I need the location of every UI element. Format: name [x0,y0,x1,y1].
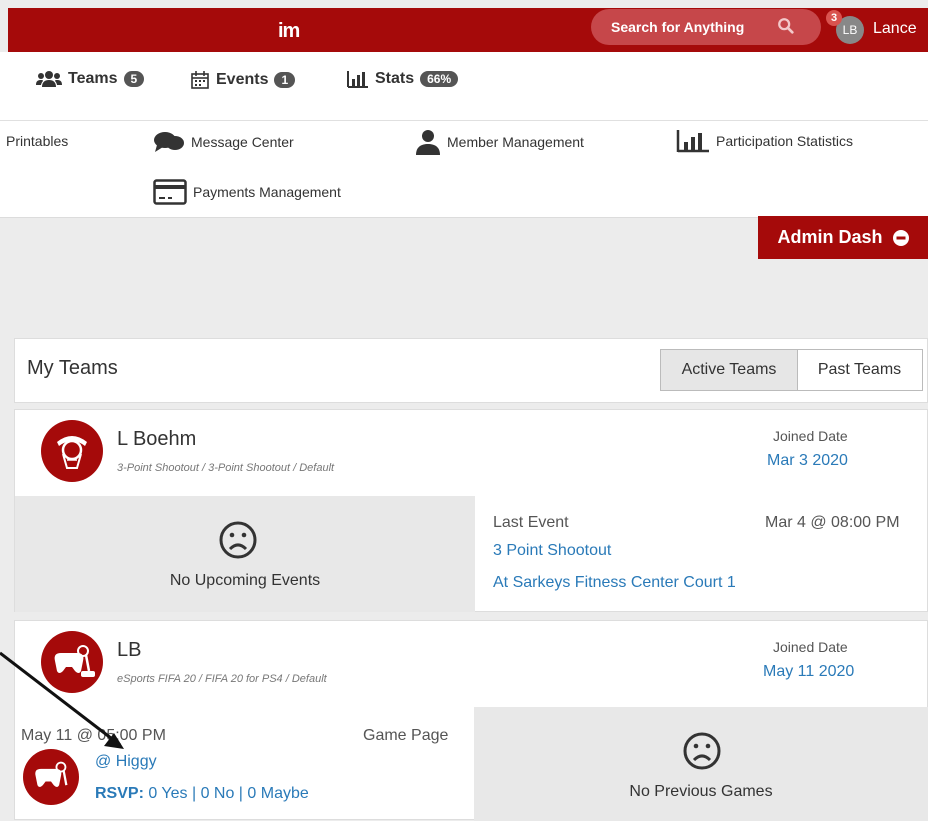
last-event-label: Last Event [493,514,569,531]
search-icon [778,18,794,34]
my-teams-header: My Teams Active Teams Past Teams [14,338,928,403]
comments-icon [154,132,184,152]
no-upcoming-text: No Upcoming Events [169,572,321,589]
team-card: LB eSports FIFA 20 / FIFA 20 for PS4 / D… [14,620,928,821]
nav-events-label: Events [216,71,269,88]
minus-circle-icon [892,229,909,246]
joined-label: Joined Date [773,639,848,655]
opponent-logo [23,749,79,805]
menu-item-label: Member Management [447,134,584,150]
team-subtitle: 3-Point Shootout / 3-Point Shootout / De… [117,462,335,474]
menu-item-label: Message Center [191,134,294,150]
rsvp-values: 0 Yes | 0 No | 0 Maybe [148,785,309,802]
nav-events-count: 1 [274,72,296,88]
nav-stats-count: 66% [420,71,459,87]
menu-item-participation-statistics[interactable]: Participation Statistics [676,129,853,153]
user-icon [416,130,440,155]
nav-stats-label: Stats [375,70,415,87]
search-label: Search for Anything [611,19,745,35]
nav-teams-label: Teams [68,70,118,87]
gamepad-icon [54,645,95,677]
game-page-link[interactable]: Game Page [363,727,448,745]
calendar-icon [191,71,209,89]
last-event-location[interactable]: At Sarkeys Fitness Center Court 1 [493,574,736,592]
nav-teams[interactable]: Teams 5 [36,70,145,88]
basketball-icon [57,436,87,469]
tab-active-teams[interactable]: Active Teams [660,349,798,391]
last-event-link[interactable]: 3 Point Shootout [493,542,611,560]
gamepad-icon [35,761,68,787]
joined-date: May 11 2020 [763,663,855,680]
frown-icon [683,732,721,770]
team-subtitle: eSports FIFA 20 / FIFA 20 for PS4 / Defa… [117,673,327,685]
nav-teams-count: 5 [123,71,145,87]
notification-badge[interactable]: 3 [826,10,842,26]
bar-chart-icon [347,71,368,88]
app-logo[interactable]: im [278,20,300,43]
search-bar[interactable]: Search for Anything [591,9,821,45]
previous-games-panel: No Previous Games [474,707,928,821]
team-logo-basketball[interactable] [41,420,103,482]
menu-item-message-center[interactable]: Message Center [153,131,294,153]
joined-label: Joined Date [773,428,848,444]
menu-item-member-management[interactable]: Member Management [415,129,584,155]
team-name[interactable]: LB [117,639,141,662]
admin-menu: Printables Message Center Member Managem… [0,120,928,218]
tab-label: Past Teams [817,361,902,378]
page-title: My Teams [27,357,118,379]
no-previous-text: No Previous Games [629,783,773,800]
bar-chart-icon [676,130,709,153]
team-name[interactable]: L Boehm [117,428,196,451]
team-logo-esports[interactable] [41,631,103,693]
opponent-link[interactable]: @ Higgy [95,753,157,771]
tab-label: Active Teams [681,361,777,378]
admin-dash-label: Admin Dash [777,227,883,247]
upcoming-events-panel: No Upcoming Events [15,496,475,612]
game-time: May 11 @ 05:00 PM [21,727,166,744]
menu-item-label: Participation Statistics [716,133,853,149]
username[interactable]: Lance [873,20,917,38]
nav-stats[interactable]: Stats 66% [347,70,459,88]
joined-date: Mar 3 2020 [767,452,848,469]
users-icon [36,71,62,87]
menu-item-label: Printables [6,133,69,149]
rsvp-row[interactable]: RSVP: 0 Yes | 0 No | 0 Maybe [95,785,309,803]
team-card: L Boehm 3-Point Shootout / 3-Point Shoot… [14,409,928,612]
credit-card-icon [153,179,187,205]
last-event-time: Mar 4 @ 08:00 PM [765,514,900,531]
nav-events[interactable]: Events 1 [190,70,296,90]
frown-icon [219,521,257,559]
primary-nav: Teams 5 Events 1 Stats 66% [0,52,928,120]
admin-dash-button[interactable]: Admin Dash [758,216,928,259]
tab-past-teams[interactable]: Past Teams [797,349,923,391]
menu-item-payments-management[interactable]: Payments Management [153,179,341,205]
rsvp-label: RSVP: [95,785,144,802]
menu-item-label: Payments Management [193,184,341,200]
top-bar: im Search for Anything 3 LB Lance [8,8,928,52]
menu-item-printables[interactable]: Printables [6,133,68,149]
